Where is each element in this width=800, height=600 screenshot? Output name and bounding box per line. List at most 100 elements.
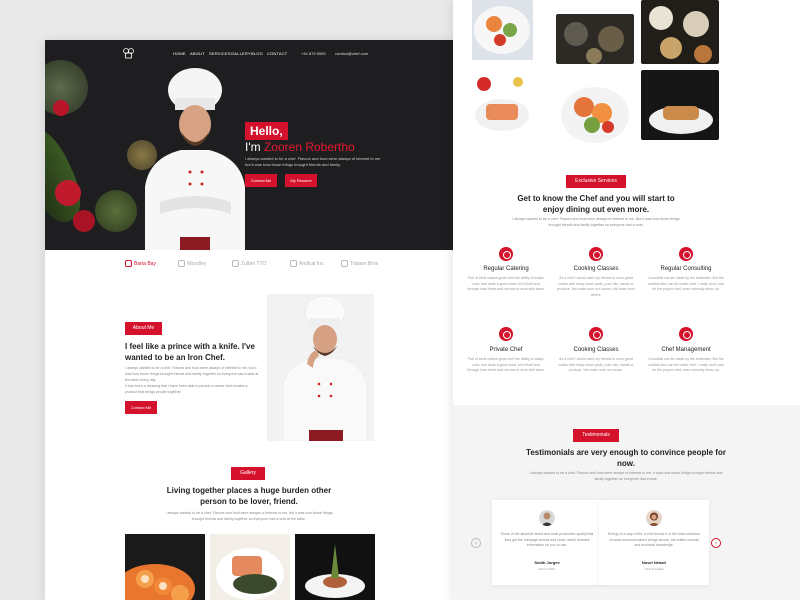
gallery-image-plated[interactable] bbox=[295, 534, 375, 600]
nav-blog[interactable]: BLOG bbox=[251, 51, 263, 56]
cooking-class-icon bbox=[589, 247, 603, 261]
brand-name: Woodley bbox=[187, 260, 207, 267]
brand-logo: Barta Bay bbox=[125, 260, 156, 267]
food-image-salad[interactable] bbox=[472, 0, 533, 60]
brand-name: Andlcal Inc bbox=[299, 260, 324, 267]
nav-contact[interactable]: CONTACT bbox=[267, 51, 287, 56]
chef-management-icon bbox=[679, 327, 693, 341]
testimonial-card: Energy is a way of life, a chef knows it… bbox=[599, 500, 709, 585]
food-image-steak[interactable] bbox=[641, 70, 719, 140]
service-text: A cocktail can be made by the bartender.… bbox=[647, 276, 725, 291]
food-image-vegetables[interactable] bbox=[556, 75, 634, 150]
food-image-table[interactable] bbox=[556, 14, 634, 64]
service-text: Part of what makes great chef the abilit… bbox=[467, 357, 545, 372]
service-text: As a chef I would want my friends to hav… bbox=[558, 357, 634, 372]
gallery-image-salmon[interactable] bbox=[210, 534, 290, 600]
testimonials-heading: Testimonials are very enough to convince… bbox=[526, 448, 726, 468]
testimonial-role: CEO of Arabia bbox=[644, 567, 664, 571]
avatar bbox=[646, 510, 662, 526]
nav-gallery[interactable]: GALLERY bbox=[231, 51, 251, 56]
tomato-image bbox=[73, 210, 95, 232]
brand-logo: Andlcal Inc bbox=[290, 260, 323, 267]
hero-description: I always wanted to be a chef. Flavors an… bbox=[245, 156, 381, 167]
plates-image bbox=[649, 6, 712, 63]
prev-arrow-icon[interactable]: ‹ bbox=[471, 538, 481, 548]
service-title: Cooking Classes bbox=[573, 347, 619, 353]
gallery-heading: Living together places a huge burden oth… bbox=[166, 486, 332, 506]
nav-services[interactable]: SERVICES bbox=[209, 51, 231, 56]
about-heading: I feel like a prince with a knife. I've … bbox=[125, 342, 255, 362]
catering-icon bbox=[499, 247, 513, 261]
gallery-paragraph: I always wanted to be a chef. Flavors an… bbox=[165, 511, 333, 521]
testimonial-name: Smith Jorgee bbox=[534, 560, 560, 565]
hero-name: I'm Zooren Robertho bbox=[245, 140, 355, 154]
service-title: Private Chef bbox=[489, 347, 523, 353]
testimonial-name: Novel Nekarl bbox=[641, 560, 667, 565]
gallery-tag: Gallery bbox=[231, 467, 265, 480]
testimonials-paragraph: I always wanted to be a chef. Flavors an… bbox=[529, 471, 723, 481]
brand-mark-icon bbox=[125, 260, 132, 267]
avatar bbox=[539, 510, 555, 526]
landing-page-left: HOME ABOUT SERVICES GALLERY BLOG CONTACT… bbox=[45, 40, 454, 600]
nav-home[interactable]: HOME bbox=[173, 51, 186, 56]
testimonials-section: Testimonials Testimonials are very enoug… bbox=[453, 405, 800, 600]
top-navigation: HOME ABOUT SERVICES GALLERY BLOG CONTACT… bbox=[45, 40, 454, 66]
brand-mark-icon bbox=[178, 260, 185, 267]
salmon-plate-image bbox=[475, 77, 529, 131]
salmon-dish-image bbox=[216, 548, 284, 600]
testimonial-quote: Energy is a way of life, a chef knows it… bbox=[607, 532, 701, 547]
hero-name-accent: Zooren Robertho bbox=[263, 140, 355, 154]
nav-phone[interactable]: +44 879 5559 bbox=[301, 51, 326, 56]
services-tag: Exclusive Services bbox=[566, 175, 626, 188]
brand-logo: Zulber TTO bbox=[232, 260, 266, 267]
brand-name: Zulber TTO bbox=[241, 260, 267, 267]
testimonial-role: CEO of Abbs bbox=[538, 567, 556, 571]
service-text: Part of what makes great chef the abilit… bbox=[467, 276, 545, 291]
hero-contact-button[interactable]: Contact Me bbox=[245, 174, 277, 187]
sushi-image bbox=[125, 564, 195, 600]
tomato-image bbox=[53, 100, 69, 116]
vegetable-plate-image bbox=[561, 87, 629, 143]
hello-badge: Hello, bbox=[245, 122, 288, 140]
nav-about[interactable]: ABOUT bbox=[190, 51, 205, 56]
service-title: Regular Catering bbox=[483, 266, 529, 272]
consulting-icon bbox=[679, 247, 693, 261]
gallery-image-sushi[interactable] bbox=[125, 534, 205, 600]
services-heading: Get to know the Chef and you will start … bbox=[517, 194, 675, 214]
hero-section: HOME ABOUT SERVICES GALLERY BLOG CONTACT… bbox=[45, 40, 454, 250]
hero-name-prefix: I'm bbox=[245, 140, 261, 154]
about-paragraph: I always wanted to be a chef. Flavors an… bbox=[125, 366, 259, 382]
food-image-plates[interactable] bbox=[641, 0, 719, 64]
brand-name: Tripiam Bros bbox=[350, 260, 379, 267]
brand-mark-icon bbox=[232, 260, 239, 267]
service-title: Regular Consulting bbox=[660, 266, 712, 272]
nav-email[interactable]: contact@chef.com bbox=[335, 51, 368, 56]
about-contact-button[interactable]: Contact Me bbox=[125, 401, 157, 414]
brand-logo: Tripiam Bros bbox=[341, 260, 378, 267]
service-title: Cooking Classes bbox=[573, 266, 619, 272]
services-paragraph: I always wanted to be a chef. Flavors an… bbox=[512, 217, 680, 227]
brand-mark-icon bbox=[341, 260, 348, 267]
next-arrow-icon[interactable]: › bbox=[711, 538, 721, 548]
food-image-fish[interactable] bbox=[472, 70, 533, 138]
hero-resume-button[interactable]: My Resume bbox=[285, 174, 317, 187]
chef-thinking-figure bbox=[282, 295, 368, 441]
cooking-class-icon bbox=[589, 327, 603, 341]
testimonial-card: Some of the absolute finest and most pro… bbox=[492, 500, 602, 585]
service-text: As a chef I would want my friends to hav… bbox=[557, 276, 635, 297]
chef-thinking-photo bbox=[267, 294, 374, 441]
steak-plate-image bbox=[649, 106, 713, 134]
landing-page-right: Exclusive Services Get to know the Chef … bbox=[453, 0, 800, 600]
chef-portrait bbox=[145, 68, 245, 250]
chef-hat-logo-icon[interactable] bbox=[123, 47, 134, 59]
brand-logo: Woodley bbox=[178, 260, 206, 267]
brand-mark-icon bbox=[290, 260, 297, 267]
service-title: Chef Management bbox=[661, 347, 711, 353]
about-tag: About Me bbox=[125, 322, 162, 335]
dinner-table-image bbox=[564, 22, 624, 64]
testimonial-quote: Some of the absolute finest and most pro… bbox=[500, 532, 594, 547]
private-chef-icon bbox=[499, 327, 513, 341]
salad-bowl-image bbox=[474, 6, 530, 54]
brand-name: Barta Bay bbox=[134, 260, 156, 267]
testimonials-tag: Testimonials bbox=[573, 429, 619, 442]
